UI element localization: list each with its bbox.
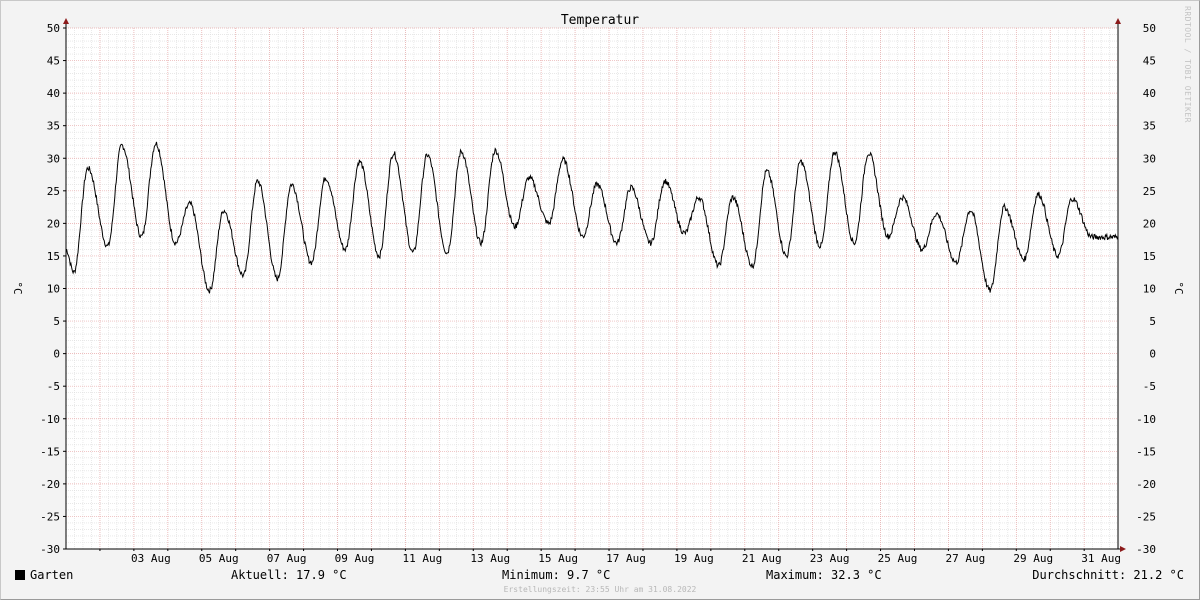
x-tick-label: 27 Aug	[946, 552, 986, 565]
y-tick-label-right: -15	[1136, 445, 1156, 458]
legend-swatch-garten	[15, 570, 25, 580]
y-tick-label-right: 30	[1143, 152, 1156, 165]
y-tick-label-left: -25	[40, 510, 60, 523]
y-tick-label-left: -15	[40, 445, 60, 458]
y-tick-label-left: 20	[47, 217, 60, 230]
y-tick-label-left: 5	[53, 315, 60, 328]
rrdtool-watermark: RRDTOOL / TOBI OETIKER	[1183, 6, 1192, 123]
legend-minimum: Minimum: 9.7 °C	[502, 568, 611, 582]
y-tick-label-left: 15	[47, 250, 60, 263]
y-tick-label-left: -5	[47, 380, 60, 393]
x-tick-label: 03 Aug	[131, 552, 171, 565]
y-tick-label-right: 45	[1143, 55, 1156, 68]
y-tick-label-right: 0	[1149, 348, 1156, 361]
y-axis-label-right: °C	[1172, 281, 1185, 294]
legend-current: Aktuell: 17.9 °C	[231, 568, 347, 582]
y-tick-label-right: -25	[1136, 510, 1156, 523]
y-tick-label-left: -20	[40, 478, 60, 491]
y-tick-label-left: 45	[47, 55, 60, 68]
y-tick-label-left: -10	[40, 413, 60, 426]
x-tick-label: 19 Aug	[674, 552, 714, 565]
x-tick-label: 07 Aug	[267, 552, 307, 565]
x-tick-label: 29 Aug	[1013, 552, 1053, 565]
y-axis-label-left: °C	[11, 281, 24, 294]
y-tick-label-right: 35	[1143, 120, 1156, 133]
y-tick-label-left: 50	[47, 22, 60, 35]
temperature-chart: 50454035302520151050-5-10-15-20-25-30 50…	[11, 13, 1185, 565]
x-tick-label: 31 Aug	[1081, 552, 1121, 565]
y-tick-labels-left: 50454035302520151050-5-10-15-20-25-30	[40, 22, 60, 556]
y-tick-label-left: -30	[40, 543, 60, 556]
y-tick-label-right: -30	[1136, 543, 1156, 556]
y-tick-label-left: 10	[47, 283, 60, 296]
y-tick-label-right: 40	[1143, 87, 1156, 100]
x-tick-label: 05 Aug	[199, 552, 239, 565]
y-tick-label-left: 30	[47, 152, 60, 165]
x-tick-labels: 03 Aug 05 Aug 07 Aug 09 Aug 11 Aug 13 Aug 15 A…	[131, 552, 1121, 565]
x-tick-label: 21 Aug	[742, 552, 782, 565]
y-tick-label-right: 15	[1143, 250, 1156, 263]
x-tick-label: 09 Aug	[335, 552, 375, 565]
y-axis-right-arrow	[1115, 18, 1121, 24]
y-tick-label-right: -10	[1136, 413, 1156, 426]
legend-average: Durchschnitt: 21.2 °C	[1032, 568, 1184, 582]
x-tick-label: 23 Aug	[810, 552, 850, 565]
y-tick-label-right: 25	[1143, 185, 1156, 198]
y-tick-label-left: 35	[47, 120, 60, 133]
y-tick-label-right: 50	[1143, 22, 1156, 35]
y-axis-left-arrow	[63, 18, 69, 24]
temperature-graph: 50 45 40 35 30 25 20 15 10 5 0 -5 -10 -15 -20 -25 -30 50…	[0, 0, 1200, 600]
y-tick-label-left: 0	[53, 348, 60, 361]
legend-series-label: Garten	[30, 568, 74, 582]
x-tick-label: 11 Aug	[402, 552, 442, 565]
x-tick-label: 17 Aug	[606, 552, 646, 565]
legend-maximum: Maximum: 32.3 °C	[766, 568, 882, 582]
y-tick-label-right: 20	[1143, 217, 1156, 230]
x-tick-label: 25 Aug	[878, 552, 918, 565]
y-tick-label-right: -5	[1143, 380, 1156, 393]
x-tick-label: 13 Aug	[470, 552, 510, 565]
y-tick-label-right: -20	[1136, 478, 1156, 491]
y-tick-label-left: 25	[47, 185, 60, 198]
creation-time: Erstellungszeit: 23:55 Uhr am 31.08.2022	[503, 585, 697, 594]
y-tick-labels-right: 50454035302520151050-5-10-15-20-25-30	[1136, 22, 1156, 556]
y-tick-label-left: 40	[47, 87, 60, 100]
y-tick-label-right: 10	[1143, 283, 1156, 296]
x-tick-label: 15 Aug	[538, 552, 578, 565]
y-tick-label-right: 5	[1149, 315, 1156, 328]
chart-title: Temperatur	[561, 13, 639, 28]
